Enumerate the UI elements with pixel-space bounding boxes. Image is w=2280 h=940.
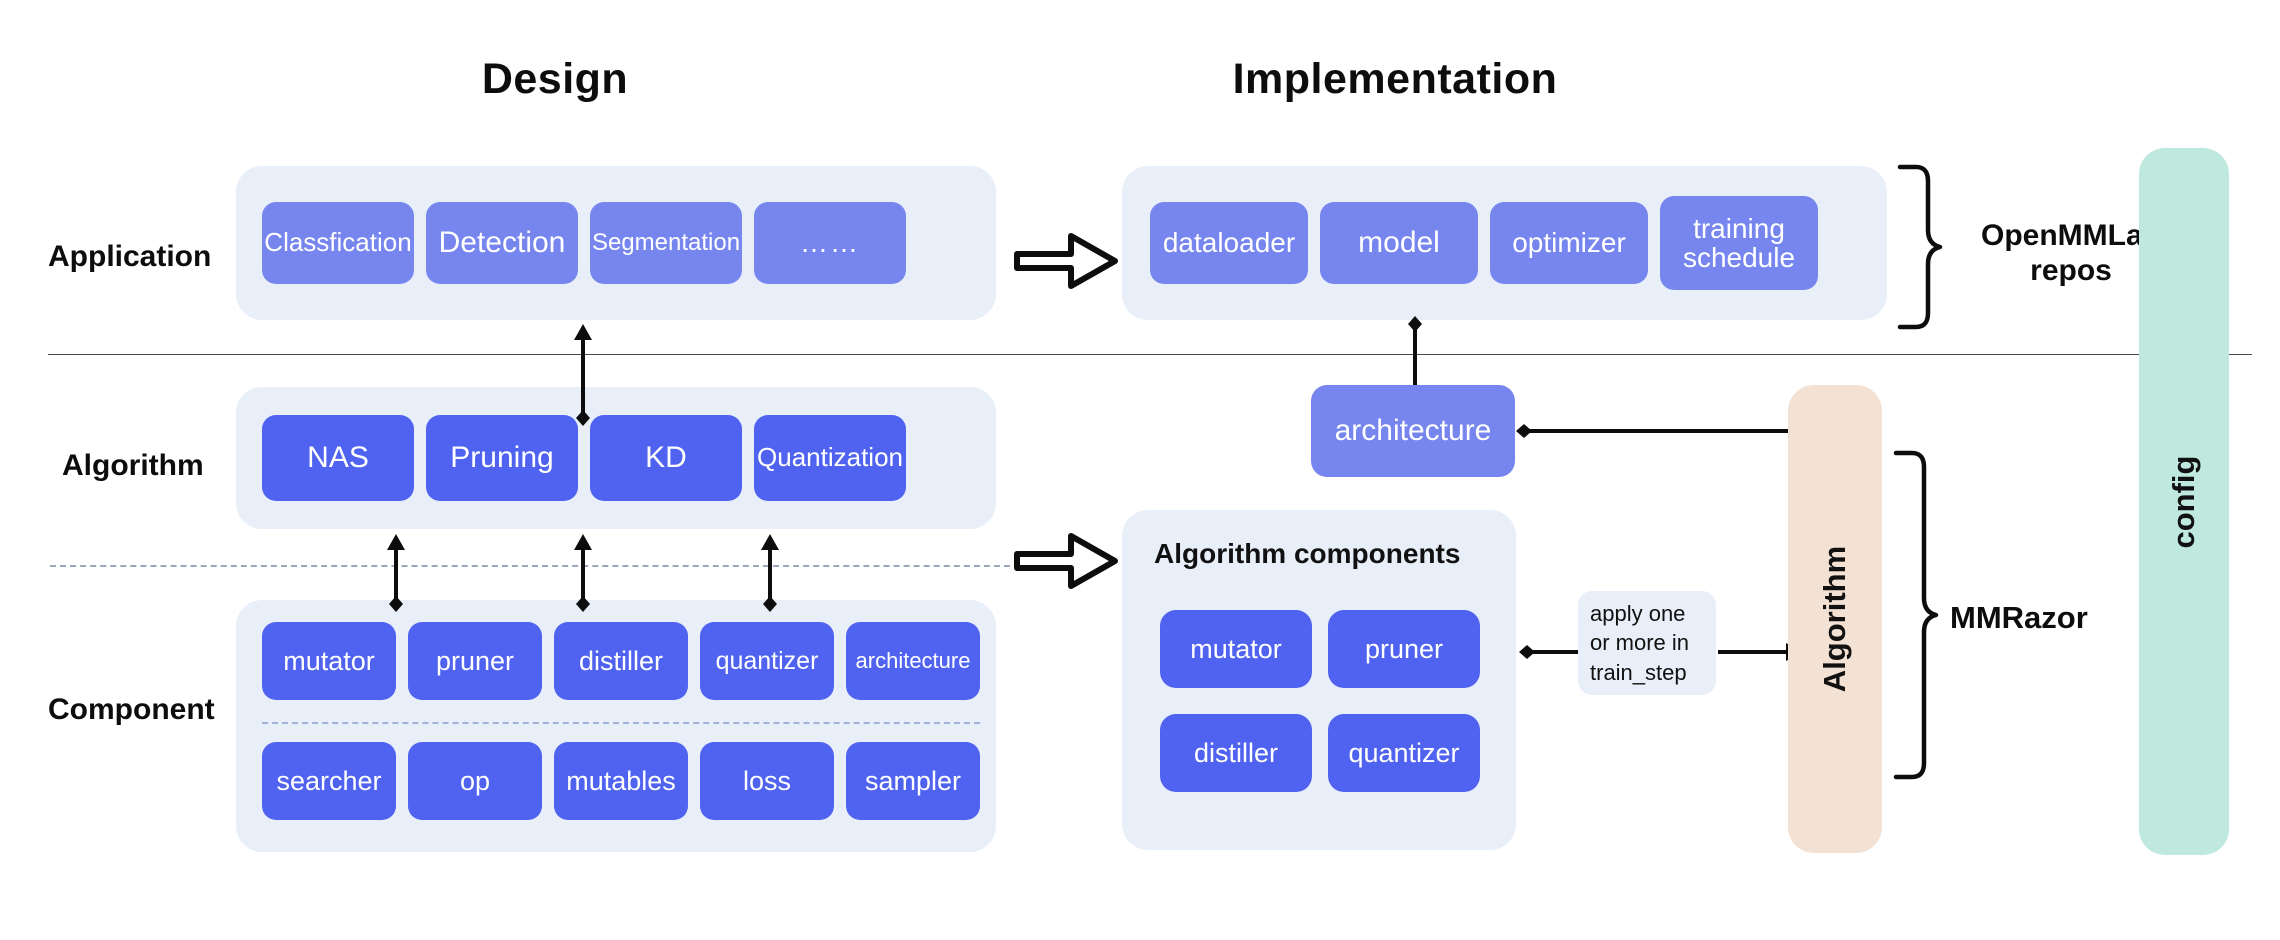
impl-comp-chip-0-label: mutator <box>1190 633 1282 664</box>
design-comp-chip-1-label: pruner <box>435 645 515 676</box>
design-algo-chip-0-label: NAS <box>307 441 369 475</box>
impl-comp-chip-0[interactable]: mutator <box>1160 610 1312 688</box>
row-label-application: Application <box>48 240 212 273</box>
config-vertical-bar: config <box>2139 148 2229 855</box>
design-comp-chip-6-label: op <box>459 765 491 796</box>
link-arrow-algo-component-1 <box>387 534 405 612</box>
impl-architecture-label: architecture <box>1334 414 1492 448</box>
design-app-chip-0[interactable]: Classfication <box>262 202 414 284</box>
design-comp-chip-2[interactable]: distiller <box>554 622 688 700</box>
impl-app-chip-1-label: model <box>1358 226 1440 260</box>
design-application-panel: Classfication Detection Segmentation …… <box>236 166 996 320</box>
impl-comp-chip-1[interactable]: pruner <box>1328 610 1480 688</box>
design-comp-chip-7-label: mutables <box>566 765 676 796</box>
implementation-column-title: Implementation <box>1232 55 1558 103</box>
impl-app-chip-0-label: dataloader <box>1162 227 1296 259</box>
impl-architecture-box[interactable]: architecture <box>1311 385 1515 477</box>
link-arrow-algo-component-3 <box>761 534 779 612</box>
link-arrow-architecture-algorithm <box>1516 422 1808 440</box>
impl-app-chip-3-label: training schedule <box>1682 212 1796 273</box>
design-algo-chip-3[interactable]: Quantization <box>754 415 906 501</box>
impl-components-panel: Algorithm components mutator pruner dist… <box>1122 510 1516 850</box>
design-comp-chip-6[interactable]: op <box>408 742 542 820</box>
impl-app-chip-3[interactable]: training schedule <box>1660 196 1818 290</box>
design-component-panel: mutator pruner distiller quantizer archi… <box>236 600 996 852</box>
impl-app-chip-0[interactable]: dataloader <box>1150 202 1308 284</box>
design-app-chip-1[interactable]: Detection <box>426 202 578 284</box>
design-algo-chip-2-label: KD <box>645 441 687 475</box>
design-comp-chip-7[interactable]: mutables <box>554 742 688 820</box>
design-algo-chip-0[interactable]: NAS <box>262 415 414 501</box>
algorithm-vertical-bar-label: Algorithm <box>1817 545 1852 693</box>
design-algo-chip-2[interactable]: KD <box>590 415 742 501</box>
design-app-chip-3[interactable]: …… <box>754 202 906 284</box>
design-comp-chip-9-label: sampler <box>864 765 962 796</box>
design-comp-chip-0-label: mutator <box>283 645 375 676</box>
row-label-algorithm: Algorithm <box>62 449 204 482</box>
design-algo-chip-1[interactable]: Pruning <box>426 415 578 501</box>
mmrazor-brace-icon <box>1893 450 1939 780</box>
design-comp-chip-5-label: searcher <box>276 765 382 796</box>
impl-application-panel: dataloader model optimizer training sche… <box>1122 166 1887 320</box>
openmmlab-brace-icon <box>1897 164 1943 330</box>
impl-comp-chip-1-label: pruner <box>1364 633 1444 664</box>
design-app-chip-2-label: Segmentation <box>591 229 741 257</box>
design-comp-chip-8[interactable]: loss <box>700 742 834 820</box>
apply-note-line-0: apply one <box>1590 601 1686 627</box>
design-app-chip-0-label: Classfication <box>264 227 412 258</box>
design-app-chip-1-label: Detection <box>438 226 566 260</box>
design-comp-chip-1[interactable]: pruner <box>408 622 542 700</box>
design-comp-chip-2-label: distiller <box>578 645 664 676</box>
design-algo-chip-3-label: Quantization <box>757 442 903 473</box>
design-algorithm-panel: NAS Pruning KD Quantization <box>236 387 996 529</box>
application-algorithm-divider <box>48 354 2252 355</box>
apply-note-line-1: or more in <box>1590 630 1690 656</box>
impl-app-chip-1[interactable]: model <box>1320 202 1478 284</box>
impl-app-chip-2-label: optimizer <box>1512 227 1626 259</box>
impl-comp-chip-2-label: distiller <box>1193 737 1279 768</box>
design-comp-chip-8-label: loss <box>742 765 791 796</box>
link-arrow-components-note <box>1519 645 1579 659</box>
design-comp-chip-3[interactable]: quantizer <box>700 622 834 700</box>
apply-note-line-2: train_step <box>1590 659 1687 685</box>
design-algo-chip-1-label: Pruning <box>450 441 554 475</box>
impl-comp-chip-2[interactable]: distiller <box>1160 714 1312 792</box>
design-comp-chip-4[interactable]: architecture <box>846 622 980 700</box>
algorithm-vertical-bar: Algorithm <box>1788 385 1882 853</box>
design-comp-chip-0[interactable]: mutator <box>262 622 396 700</box>
impl-comp-chip-3-label: quantizer <box>1348 737 1460 768</box>
design-app-chip-3-label: …… <box>800 227 860 259</box>
apply-note: apply one or more in train_step <box>1578 591 1716 695</box>
design-comp-chip-4-label: architecture <box>855 648 971 674</box>
component-panel-inner-divider <box>262 722 980 724</box>
design-comp-chip-3-label: quantizer <box>715 646 819 675</box>
flow-arrow-application-icon <box>1014 233 1118 289</box>
design-comp-chip-9[interactable]: sampler <box>846 742 980 820</box>
link-arrow-app-algorithm <box>574 324 592 426</box>
design-app-chip-2[interactable]: Segmentation <box>590 202 742 284</box>
impl-components-panel-title: Algorithm components <box>1154 538 1461 569</box>
design-comp-chip-5[interactable]: searcher <box>262 742 396 820</box>
flow-arrow-algorithm-icon <box>1014 533 1118 589</box>
design-column-title: Design <box>481 55 629 103</box>
row-label-component: Component <box>48 693 215 726</box>
algorithm-component-divider <box>50 565 1010 567</box>
impl-comp-chip-3[interactable]: quantizer <box>1328 714 1480 792</box>
config-vertical-bar-label: config <box>2166 455 2201 548</box>
impl-app-chip-2[interactable]: optimizer <box>1490 202 1648 284</box>
link-arrow-algo-component-2 <box>574 534 592 612</box>
